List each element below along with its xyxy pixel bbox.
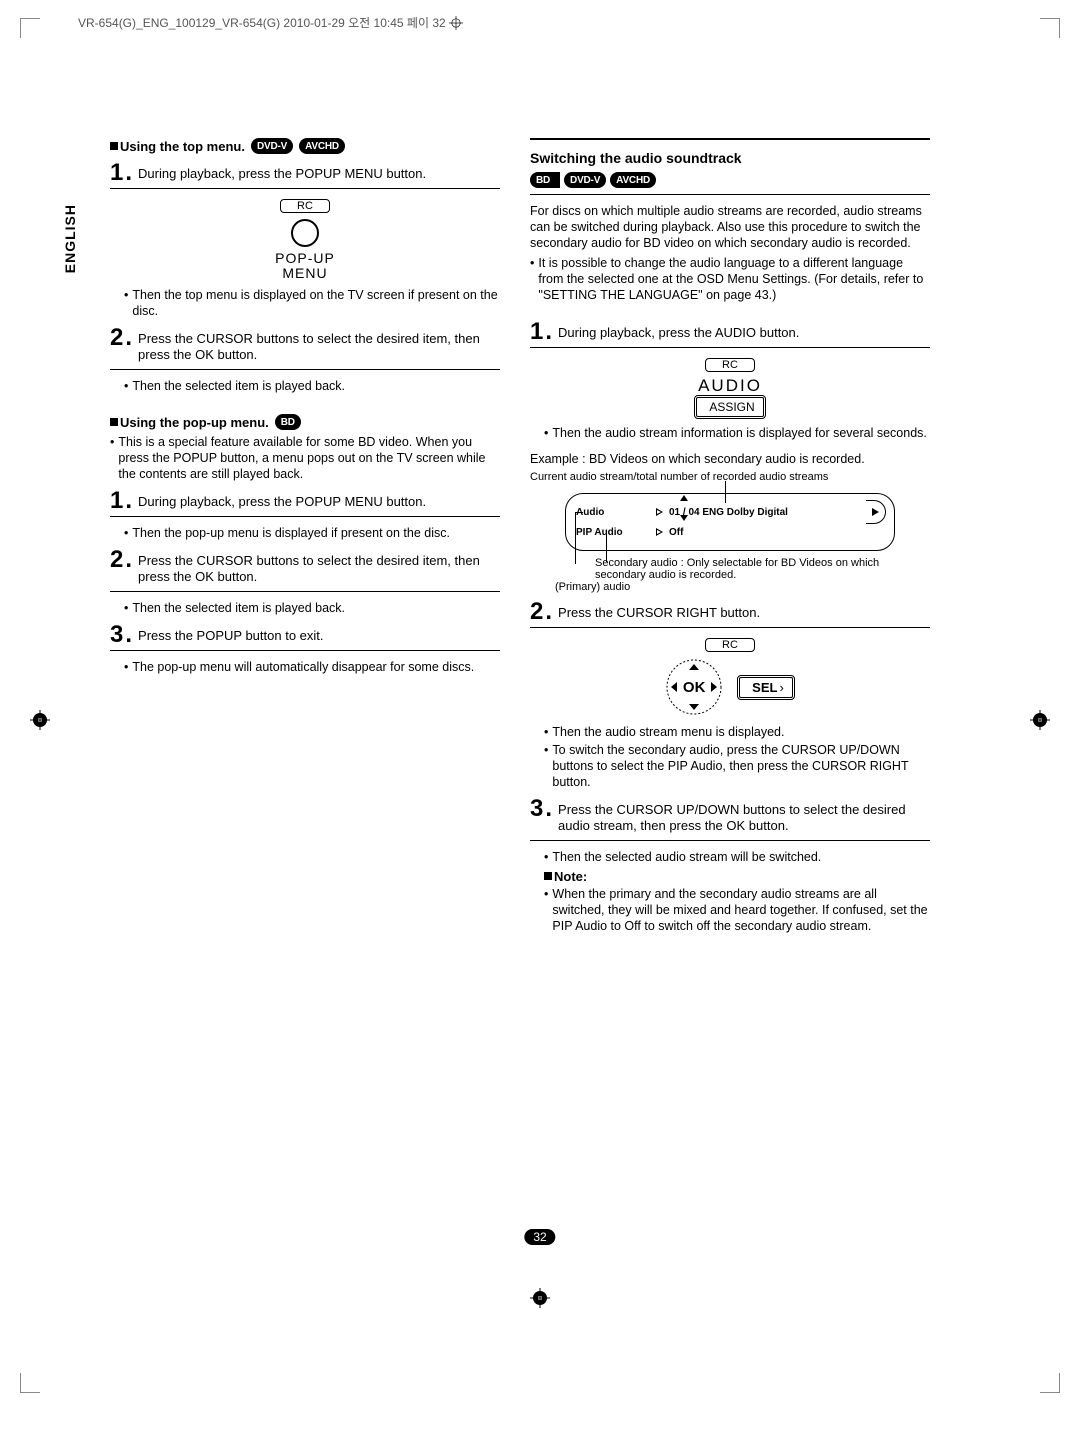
step-text: Press the CURSOR UP/DOWN buttons to sele… [558, 800, 930, 834]
caption: Current audio stream/total number of rec… [530, 471, 930, 483]
dvdv-pill-icon: DVD-V [251, 138, 293, 154]
step-text: Press the POPUP button to exit. [138, 626, 323, 644]
caption: (Primary) audio [555, 581, 895, 593]
bullet: •Then the selected audio stream will be … [544, 849, 930, 865]
step-number: 1 [110, 492, 123, 510]
step-number: 2 [530, 603, 543, 621]
bd-pill-icon: BD [530, 172, 560, 188]
page-number: 32 [524, 1229, 555, 1245]
step-number: 1 [530, 323, 543, 341]
play-indicator-icon [866, 500, 886, 524]
audio-label: AUDIO [698, 378, 762, 393]
note-label: Note: [554, 869, 587, 884]
step-3: 3. Press the CURSOR UP/DOWN buttons to s… [530, 800, 930, 834]
step-2: 2. Press the CURSOR RIGHT button. [530, 603, 930, 621]
intro-text: •This is a special feature available for… [110, 434, 500, 482]
step-number: 3 [110, 626, 123, 644]
bullet: •The pop-up menu will automatically disa… [124, 659, 500, 675]
bullet: •To switch the secondary audio, press th… [544, 742, 930, 790]
assign-label: ASSIGN [694, 395, 765, 419]
section-title: Switching the audio soundtrack [530, 148, 930, 168]
step-1: 1. During playback, press the POPUP MENU… [110, 492, 500, 510]
bullet: •When the primary and the secondary audi… [544, 886, 930, 934]
rc-label: RC [705, 358, 755, 372]
step-number: 1 [110, 164, 123, 182]
remote-diagram: RC POP-UP MENU [110, 199, 500, 281]
crop-mark [20, 18, 40, 38]
section-heading: Using the top menu. DVD-V AVCHD [110, 138, 500, 154]
caption: Secondary audio : Only selectable for BD… [595, 557, 895, 581]
heading-text: Using the top menu. [120, 139, 245, 154]
page-content: Using the top menu. DVD-V AVCHD 1. Durin… [110, 138, 980, 936]
print-header: VR-654(G)_ENG_100129_VR-654(G) 2010-01-2… [78, 14, 463, 31]
bullet: •Then the audio stream information is di… [544, 425, 930, 441]
intro-text: For discs on which multiple audio stream… [530, 203, 930, 251]
sel-button: SEL › [737, 675, 795, 700]
osd-screenshot: Audio 01 / 04 ENG Dolby Digital PIP Audi… [565, 493, 895, 593]
step-text: Press the CURSOR buttons to select the d… [138, 551, 500, 585]
step-2: 2. Press the CURSOR buttons to select th… [110, 329, 500, 363]
step-text: During playback, press the POPUP MENU bu… [138, 492, 426, 510]
bullet: •Then the top menu is displayed on the T… [124, 287, 500, 319]
heading-text: Using the pop-up menu. [120, 415, 269, 430]
bullet: •Then the selected item is played back. [124, 600, 500, 616]
registration-mark-icon [530, 1288, 550, 1308]
registration-mark-icon [30, 710, 50, 730]
registration-mark-icon [1030, 710, 1050, 730]
registration-mark-icon [449, 16, 463, 30]
remote-diagram: RC OK SEL › [530, 638, 930, 716]
step-number: 3 [530, 800, 543, 818]
avchd-pill-icon: AVCHD [299, 138, 345, 154]
crop-mark [1040, 18, 1060, 38]
ok-dpad-icon: OK [665, 658, 723, 716]
dvdv-pill-icon: DVD-V [564, 172, 606, 188]
step-text: Press the CURSOR buttons to select the d… [138, 329, 500, 363]
step-2: 2. Press the CURSOR buttons to select th… [110, 551, 500, 585]
crop-mark [20, 1373, 40, 1393]
rc-label: RC [705, 638, 755, 652]
button-icon [291, 219, 319, 247]
rc-label: RC [280, 199, 330, 213]
step-number: 2 [110, 329, 123, 347]
crop-mark [1040, 1373, 1060, 1393]
button-label: POP-UP MENU [275, 251, 335, 281]
bullet: •Then the audio stream menu is displayed… [544, 724, 930, 740]
bullet: •Then the pop-up menu is displayed if pr… [124, 525, 500, 541]
section-heading: Using the pop-up menu. BD [110, 414, 500, 430]
step-text: During playback, press the POPUP MENU bu… [138, 164, 426, 182]
bullet: •It is possible to change the audio lang… [530, 255, 930, 303]
step-text: Press the CURSOR RIGHT button. [558, 603, 760, 621]
step-1: 1. During playback, press the AUDIO butt… [530, 323, 930, 341]
bullet: •Then the selected item is played back. [124, 378, 500, 394]
step-1: 1. During playback, press the POPUP MENU… [110, 164, 500, 182]
remote-diagram: RC AUDIO ASSIGN [530, 358, 930, 419]
language-tab: ENGLISH [62, 204, 78, 273]
example-text: Example : BD Videos on which secondary a… [530, 451, 930, 467]
right-column: Switching the audio soundtrack BD DVD-V … [530, 138, 930, 936]
play-icon [656, 508, 663, 516]
play-icon [656, 528, 663, 536]
step-text: During playback, press the AUDIO button. [558, 323, 799, 341]
left-column: Using the top menu. DVD-V AVCHD 1. Durin… [110, 138, 500, 936]
avchd-pill-icon: AVCHD [610, 172, 656, 188]
step-number: 2 [110, 551, 123, 569]
print-header-text: VR-654(G)_ENG_100129_VR-654(G) 2010-01-2… [78, 14, 446, 31]
osd-value: Off [669, 527, 683, 538]
bd-pill-icon: BD [275, 414, 301, 430]
step-3: 3. Press the POPUP button to exit. [110, 626, 500, 644]
osd-field: Audio [576, 507, 636, 518]
